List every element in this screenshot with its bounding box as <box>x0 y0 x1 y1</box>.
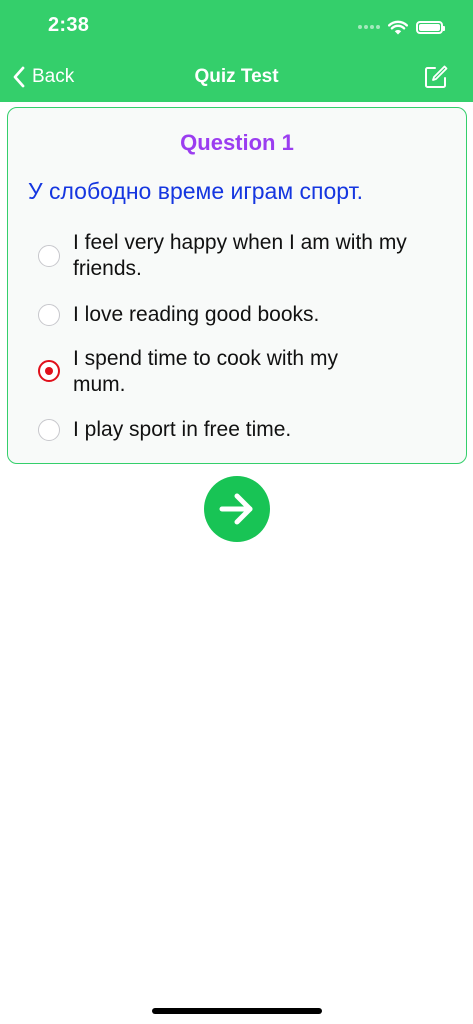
answer-option-label: I love reading good books. <box>73 303 320 326</box>
radio-button-icon[interactable] <box>38 419 60 441</box>
question-card: Question 1 У слободно време играм спорт.… <box>7 107 467 464</box>
compose-icon <box>425 65 448 88</box>
status-time: 2:38 <box>48 14 90 36</box>
radio-button-selected-icon[interactable] <box>38 360 60 382</box>
answer-option-4[interactable]: I play sport in free time. <box>38 417 291 443</box>
cellular-signal-icon <box>358 25 380 29</box>
status-icons <box>358 17 445 37</box>
answer-option-2[interactable]: I love reading good books. <box>38 302 319 328</box>
answer-option-label: I spend time to cook with my mum. <box>73 347 338 396</box>
question-number: Question 1 <box>180 130 294 155</box>
home-indicator[interactable] <box>152 1008 322 1014</box>
edit-button[interactable] <box>421 62 451 92</box>
question-text: У слободно време играм спорт. <box>28 178 363 204</box>
answer-option-3[interactable]: I spend time to cook with my mum. <box>38 346 358 398</box>
quiz-screen: 2:38 Back Quiz Test Question 1 У слободн… <box>0 0 473 1024</box>
wifi-icon <box>388 20 408 35</box>
radio-button-icon[interactable] <box>38 304 60 326</box>
answer-option-1[interactable]: I feel very happy when I am with my frie… <box>38 230 433 282</box>
radio-button-icon[interactable] <box>38 245 60 267</box>
page-title: Quiz Test <box>194 66 279 87</box>
battery-icon <box>416 20 445 34</box>
arrow-right-icon <box>219 493 253 525</box>
header: 2:38 Back Quiz Test <box>0 0 473 102</box>
next-question-button[interactable] <box>204 476 270 542</box>
answer-option-label: I feel very happy when I am with my frie… <box>73 231 407 280</box>
answer-option-label: I play sport in free time. <box>73 418 292 441</box>
